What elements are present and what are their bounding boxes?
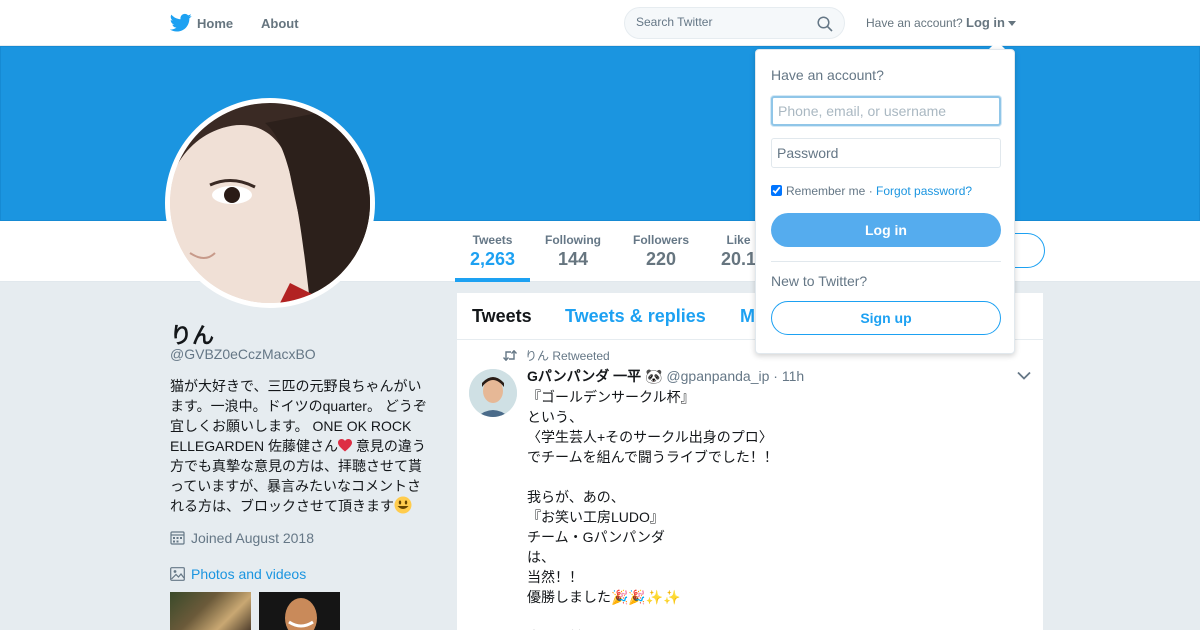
stat-label: Like: [726, 233, 751, 247]
search-box[interactable]: [624, 7, 845, 39]
dropdown-title: Have an account?: [771, 67, 884, 83]
have-account-text: Have an account?: [866, 16, 963, 30]
tweet-author-name[interactable]: Gパンパンダ 一平: [527, 368, 641, 384]
tweet-timestamp[interactable]: · 11h: [773, 368, 804, 384]
photos-and-videos-link[interactable]: Photos and videos: [170, 566, 306, 582]
smiley-emoji-icon: [394, 496, 412, 514]
tab-media[interactable]: M: [740, 306, 755, 327]
stat-followers[interactable]: Followers 220: [633, 233, 689, 270]
stat-value: 144: [557, 249, 589, 269]
tweet-author-handle[interactable]: @gpanpanda_ip: [666, 368, 769, 384]
photos-label: Photos and videos: [191, 566, 307, 582]
login-dropdown-toggle[interactable]: Log in: [966, 15, 1016, 30]
top-nav: Home About Have an account? Log in: [0, 0, 1200, 46]
caret-down-icon: [1008, 21, 1016, 27]
profile-bio: 猫が大好きで、三匹の元野良ちゃんがいます。一浪中。ドイツのquarter。 どう…: [170, 376, 432, 516]
photo-icon: [170, 567, 185, 581]
twitter-bird-icon[interactable]: [170, 13, 192, 33]
stat-likes[interactable]: Like 20.1: [721, 233, 756, 270]
remember-me-label[interactable]: Remember me: [786, 184, 865, 198]
stat-following[interactable]: Following 144: [545, 233, 601, 270]
panda-emoji-icon: 🐼: [645, 368, 663, 384]
avatar-image: [469, 369, 517, 417]
stat-label: Following: [545, 233, 601, 247]
nav-about-link[interactable]: About: [261, 16, 299, 31]
forgot-password-link[interactable]: Forgot password?: [876, 184, 972, 198]
tab-tweets-and-replies[interactable]: Tweets & replies: [565, 306, 706, 327]
media-thumbnail[interactable]: [170, 592, 251, 630]
retweet-icon: [503, 350, 517, 361]
tweet-author-avatar[interactable]: [469, 369, 517, 417]
tab-tweets[interactable]: Tweets: [472, 306, 532, 327]
calendar-icon: [170, 531, 185, 545]
profile-handle[interactable]: @GVBZ0eCczMacxBO: [170, 346, 316, 362]
tweet-text: 『ゴールデンサークル杯』 という、 〈学生芸人+そのサークル出身のプロ〉 でチー…: [527, 389, 778, 630]
media-thumbnail[interactable]: [259, 592, 340, 630]
remember-me-checkbox[interactable]: [771, 185, 782, 196]
retweet-context[interactable]: りん Retweeted: [503, 347, 610, 364]
tweet-header: Gパンパンダ 一平 🐼 @gpanpanda_ip · 11h: [527, 366, 804, 386]
stat-value: 220: [645, 249, 677, 269]
nav-home-link[interactable]: Home: [197, 16, 233, 31]
stat-value: 2,263: [470, 249, 516, 269]
new-to-twitter-text: New to Twitter?: [771, 273, 868, 289]
login-dropdown: Have an account? Remember me · Forgot pa…: [755, 49, 1015, 354]
login-toggle-label: Log in: [966, 15, 1005, 30]
stat-tweets[interactable]: Tweets 2,263: [470, 233, 515, 270]
stat-label: Tweets: [472, 233, 513, 247]
username-field[interactable]: [771, 96, 1001, 126]
retweeted-by-text: りん Retweeted: [525, 349, 610, 363]
signup-button[interactable]: Sign up: [771, 301, 1001, 335]
remember-me-row: Remember me · Forgot password?: [771, 184, 972, 198]
separator: ·: [865, 184, 877, 198]
active-stat-underline: [455, 278, 530, 282]
avatar-image: [170, 103, 370, 303]
joined-text: Joined August 2018: [191, 530, 314, 546]
stat-label: Followers: [633, 233, 690, 247]
stat-value: 20.1: [721, 249, 757, 269]
chevron-down-icon[interactable]: [1017, 371, 1031, 380]
joined-date: Joined August 2018: [170, 530, 314, 546]
search-icon[interactable]: [817, 16, 833, 32]
heart-emoji-icon: [338, 439, 353, 452]
thumbnail-image: [259, 592, 340, 630]
divider: [771, 261, 1001, 262]
search-input[interactable]: [636, 15, 806, 29]
profile-avatar[interactable]: [165, 98, 375, 308]
login-button[interactable]: Log in: [771, 213, 1001, 247]
password-field[interactable]: [771, 138, 1001, 168]
